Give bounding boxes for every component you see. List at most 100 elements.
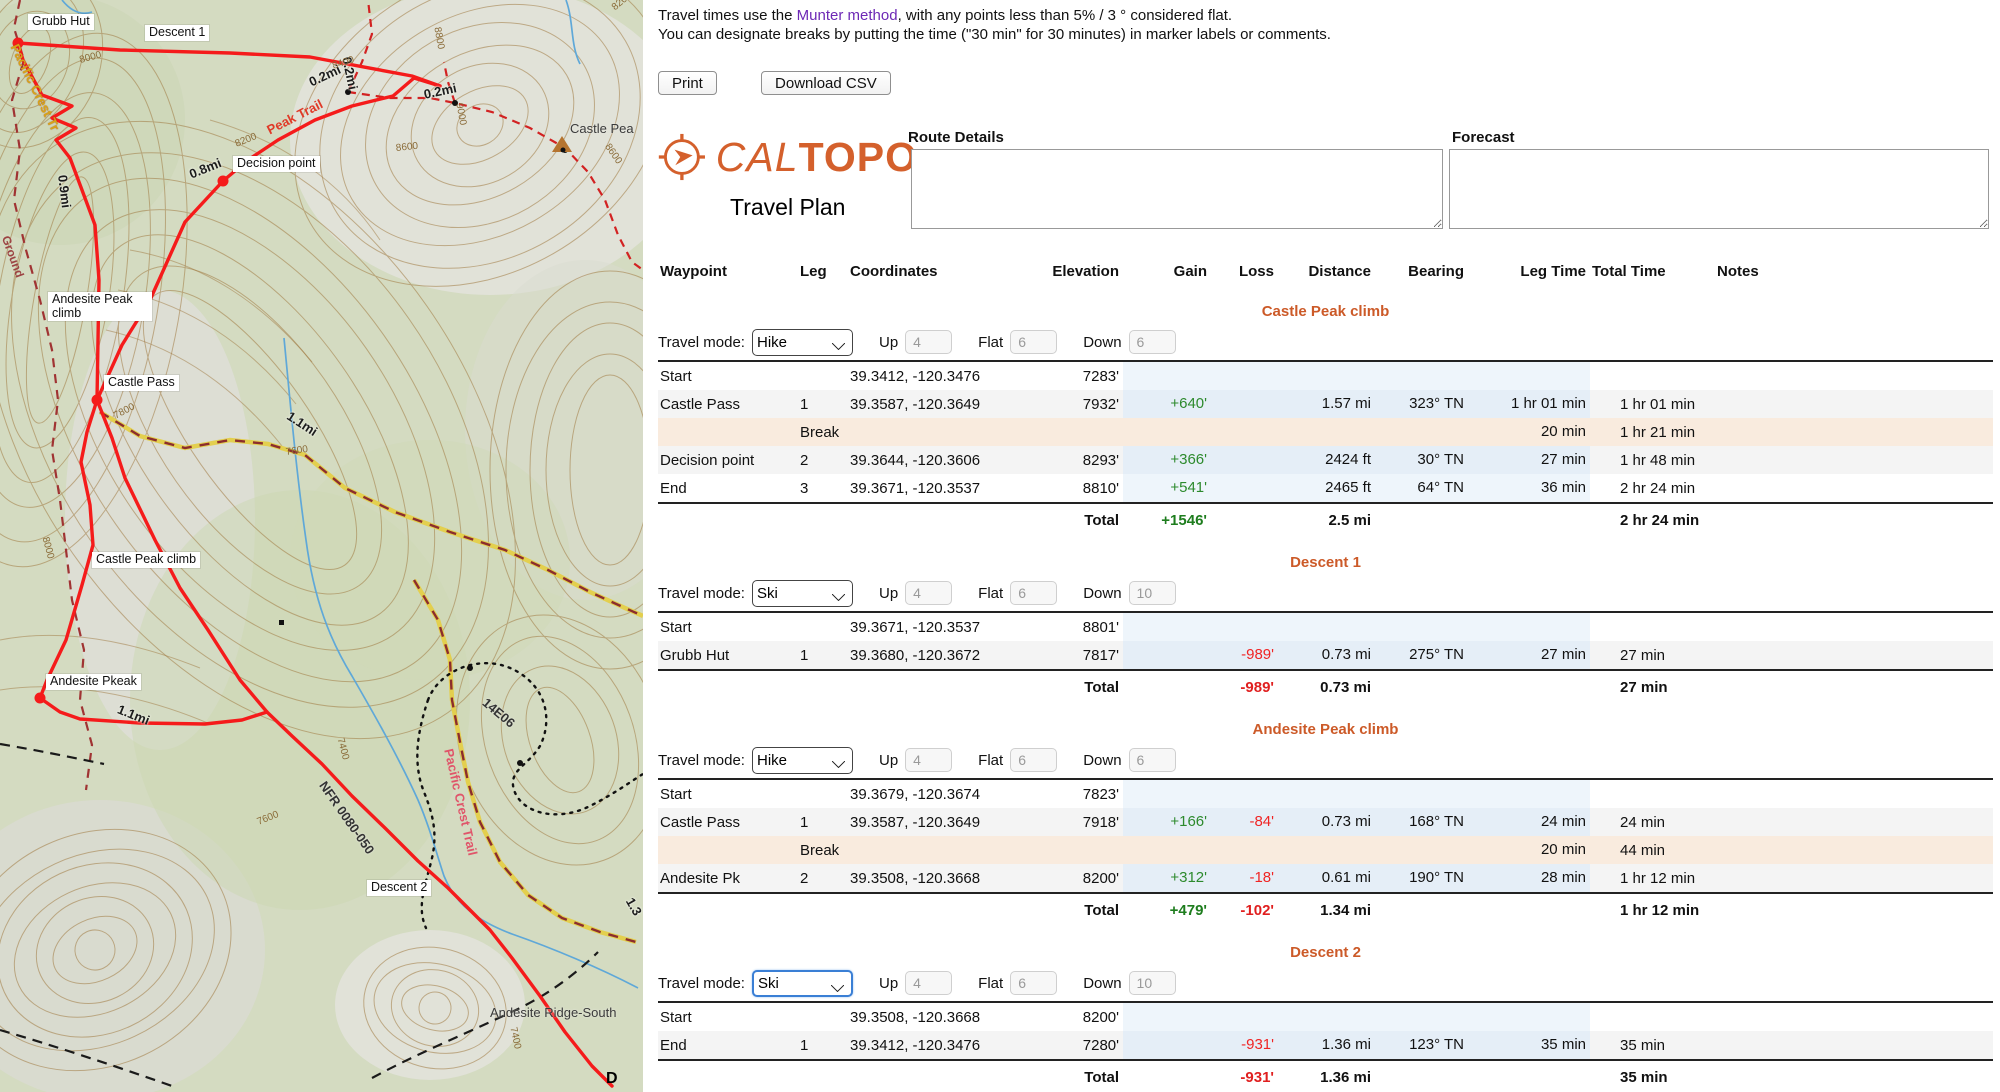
- waypoint-dot-grubb-hut[interactable]: [13, 38, 24, 49]
- cell-waypoint: Castle Pass: [658, 814, 798, 831]
- cell-leg_time: [1468, 1003, 1590, 1031]
- flat-rate-input[interactable]: [1010, 971, 1057, 995]
- cell-distance: 0.73 mi: [1278, 641, 1375, 669]
- forecast-textarea[interactable]: [1449, 149, 1989, 229]
- cell-gain: [1123, 362, 1211, 390]
- column-header-gain: Gain: [1123, 263, 1211, 280]
- travel-mode-label: Travel mode:: [658, 585, 745, 602]
- cell-loss: [1211, 1003, 1278, 1031]
- cell-coords: 39.3680, -120.3672: [848, 647, 1013, 664]
- waypoint-dot-decision-point[interactable]: [218, 176, 229, 187]
- total-row: Total-931'1.36 mi35 min: [658, 1059, 1993, 1092]
- section-rows: Start39.3679, -120.36747823' Castle Pass1…: [658, 778, 1993, 892]
- cell-bearing: 275° TN: [1375, 641, 1468, 669]
- section-rows: Start39.3671, -120.35378801'Grubb Hut139…: [658, 611, 1993, 669]
- cell-leg_time: 36 min: [1468, 474, 1590, 502]
- cell-loss: [1211, 390, 1278, 418]
- table-row: Start39.3508, -120.36688200': [658, 1003, 1993, 1031]
- flat-rate-input[interactable]: [1010, 748, 1057, 772]
- cell-loss: [1211, 474, 1278, 502]
- section-title: Descent 1: [658, 551, 1993, 575]
- cell-coords: 39.3412, -120.3476: [848, 1037, 1013, 1054]
- cell-leg: 1: [798, 814, 848, 831]
- up-rate-input[interactable]: [905, 748, 952, 772]
- download-csv-button[interactable]: Download CSV: [761, 71, 891, 95]
- cell-gain: +366': [1123, 446, 1211, 474]
- cell-gain: +312': [1123, 864, 1211, 892]
- route-details-textarea[interactable]: [911, 149, 1443, 229]
- cell-coords: 39.3644, -120.3606: [848, 452, 1013, 469]
- cell-gain: [1123, 418, 1211, 446]
- cell-loss: -18': [1211, 864, 1278, 892]
- travel-mode-label: Travel mode:: [658, 334, 745, 351]
- intro-line-2: You can designate breaks by putting the …: [658, 25, 1331, 44]
- intro-line-1: Travel times use the Munter method, with…: [658, 6, 1331, 25]
- waypoint-dot-andesite-pk[interactable]: [35, 693, 46, 704]
- print-button[interactable]: Print: [658, 71, 717, 95]
- flat-rate-label: Flat: [978, 975, 1003, 992]
- table-row: Decision point239.3644, -120.36068293'+3…: [658, 446, 1993, 474]
- munter-method-link[interactable]: Munter method: [797, 7, 898, 24]
- cell-gain: [1123, 780, 1211, 808]
- table-row: Grubb Hut139.3680, -120.36727817'-989'0.…: [658, 641, 1993, 669]
- flat-rate-input[interactable]: [1010, 330, 1057, 354]
- cell-distance: 2424 ft: [1278, 446, 1375, 474]
- travel-mode-select[interactable]: Hike: [752, 747, 853, 774]
- down-rate-input[interactable]: [1129, 330, 1176, 354]
- cell-waypoint: End: [658, 1037, 798, 1054]
- section-title: Andesite Peak climb: [658, 718, 1993, 742]
- travel-mode-select[interactable]: Hike: [752, 329, 853, 356]
- cell-coords: 39.3412, -120.3476: [848, 368, 1013, 385]
- waypoint-dot-castle-pass[interactable]: [92, 395, 103, 406]
- travel-mode-select[interactable]: Ski: [752, 580, 853, 607]
- topo-map[interactable]: Grubb HutDescent 1Decision pointAndesite…: [0, 0, 643, 1092]
- toolbar: Print Download CSV: [658, 71, 891, 95]
- travel-mode-row: Travel mode:SkiUpFlatDown: [658, 965, 1993, 1001]
- table-row: End339.3671, -120.35378810'+541'2465 ft6…: [658, 474, 1993, 502]
- down-rate-input[interactable]: [1129, 748, 1176, 772]
- caltopo-travel-plan-page: Grubb HutDescent 1Decision pointAndesite…: [0, 0, 2000, 1092]
- down-rate-input[interactable]: [1129, 581, 1176, 605]
- topo-map-canvas: [0, 0, 643, 1092]
- table-row: End139.3412, -120.34767280'-931'1.36 mi1…: [658, 1031, 1993, 1059]
- intro-text: Travel times use the Munter method, with…: [658, 6, 1331, 44]
- cell-loss: [1211, 780, 1278, 808]
- brand-topo: TOPO: [799, 134, 918, 180]
- cell-coords: 39.3587, -120.3649: [848, 396, 1013, 413]
- cell-leg_time: [1468, 780, 1590, 808]
- up-rate-label: Up: [879, 975, 898, 992]
- cell-loss: -989': [1211, 641, 1278, 669]
- cell-total: +1546': [1123, 512, 1211, 529]
- down-rate-label: Down: [1083, 975, 1121, 992]
- cell-total: 27 min: [1590, 679, 1715, 696]
- cell-leg: 1: [798, 396, 848, 413]
- break-row: Break20 min1 hr 21 min: [658, 418, 1993, 446]
- up-rate-input[interactable]: [905, 330, 952, 354]
- cell-waypoint: Andesite Pk: [658, 870, 798, 887]
- up-rate-input[interactable]: [905, 581, 952, 605]
- cell-total: -931': [1211, 1069, 1278, 1086]
- travel-plan-panel: Travel times use the Munter method, with…: [655, 0, 2000, 1092]
- column-header-loss: Loss: [1211, 263, 1278, 280]
- section-rows: Start39.3508, -120.36688200'End139.3412,…: [658, 1001, 1993, 1059]
- flat-rate-input[interactable]: [1010, 581, 1057, 605]
- column-header-coordinates: Coordinates: [848, 263, 1013, 280]
- cell-leg_time: 24 min: [1468, 808, 1590, 836]
- cell-distance: [1278, 362, 1375, 390]
- travel-mode-select[interactable]: Ski: [752, 970, 853, 997]
- table-row: Start39.3679, -120.36747823': [658, 780, 1993, 808]
- route-details-label: Route Details: [908, 129, 1004, 146]
- column-header-bearing: Bearing: [1375, 263, 1468, 280]
- column-header-waypoint: Waypoint: [658, 263, 798, 280]
- cell-total: 1 hr 12 min: [1590, 902, 1715, 919]
- column-header-elevation: Elevation: [1013, 263, 1123, 280]
- cell-total: 1.34 mi: [1278, 902, 1375, 919]
- cell-distance: 2465 ft: [1278, 474, 1375, 502]
- cell-waypoint: Start: [658, 1009, 798, 1026]
- down-rate-input[interactable]: [1129, 971, 1176, 995]
- up-rate-input[interactable]: [905, 971, 952, 995]
- cell-bearing: 123° TN: [1375, 1031, 1468, 1059]
- cell-leg_time: 27 min: [1468, 641, 1590, 669]
- cell-total: +479': [1123, 902, 1211, 919]
- column-header-total-time: Total Time: [1590, 263, 1715, 280]
